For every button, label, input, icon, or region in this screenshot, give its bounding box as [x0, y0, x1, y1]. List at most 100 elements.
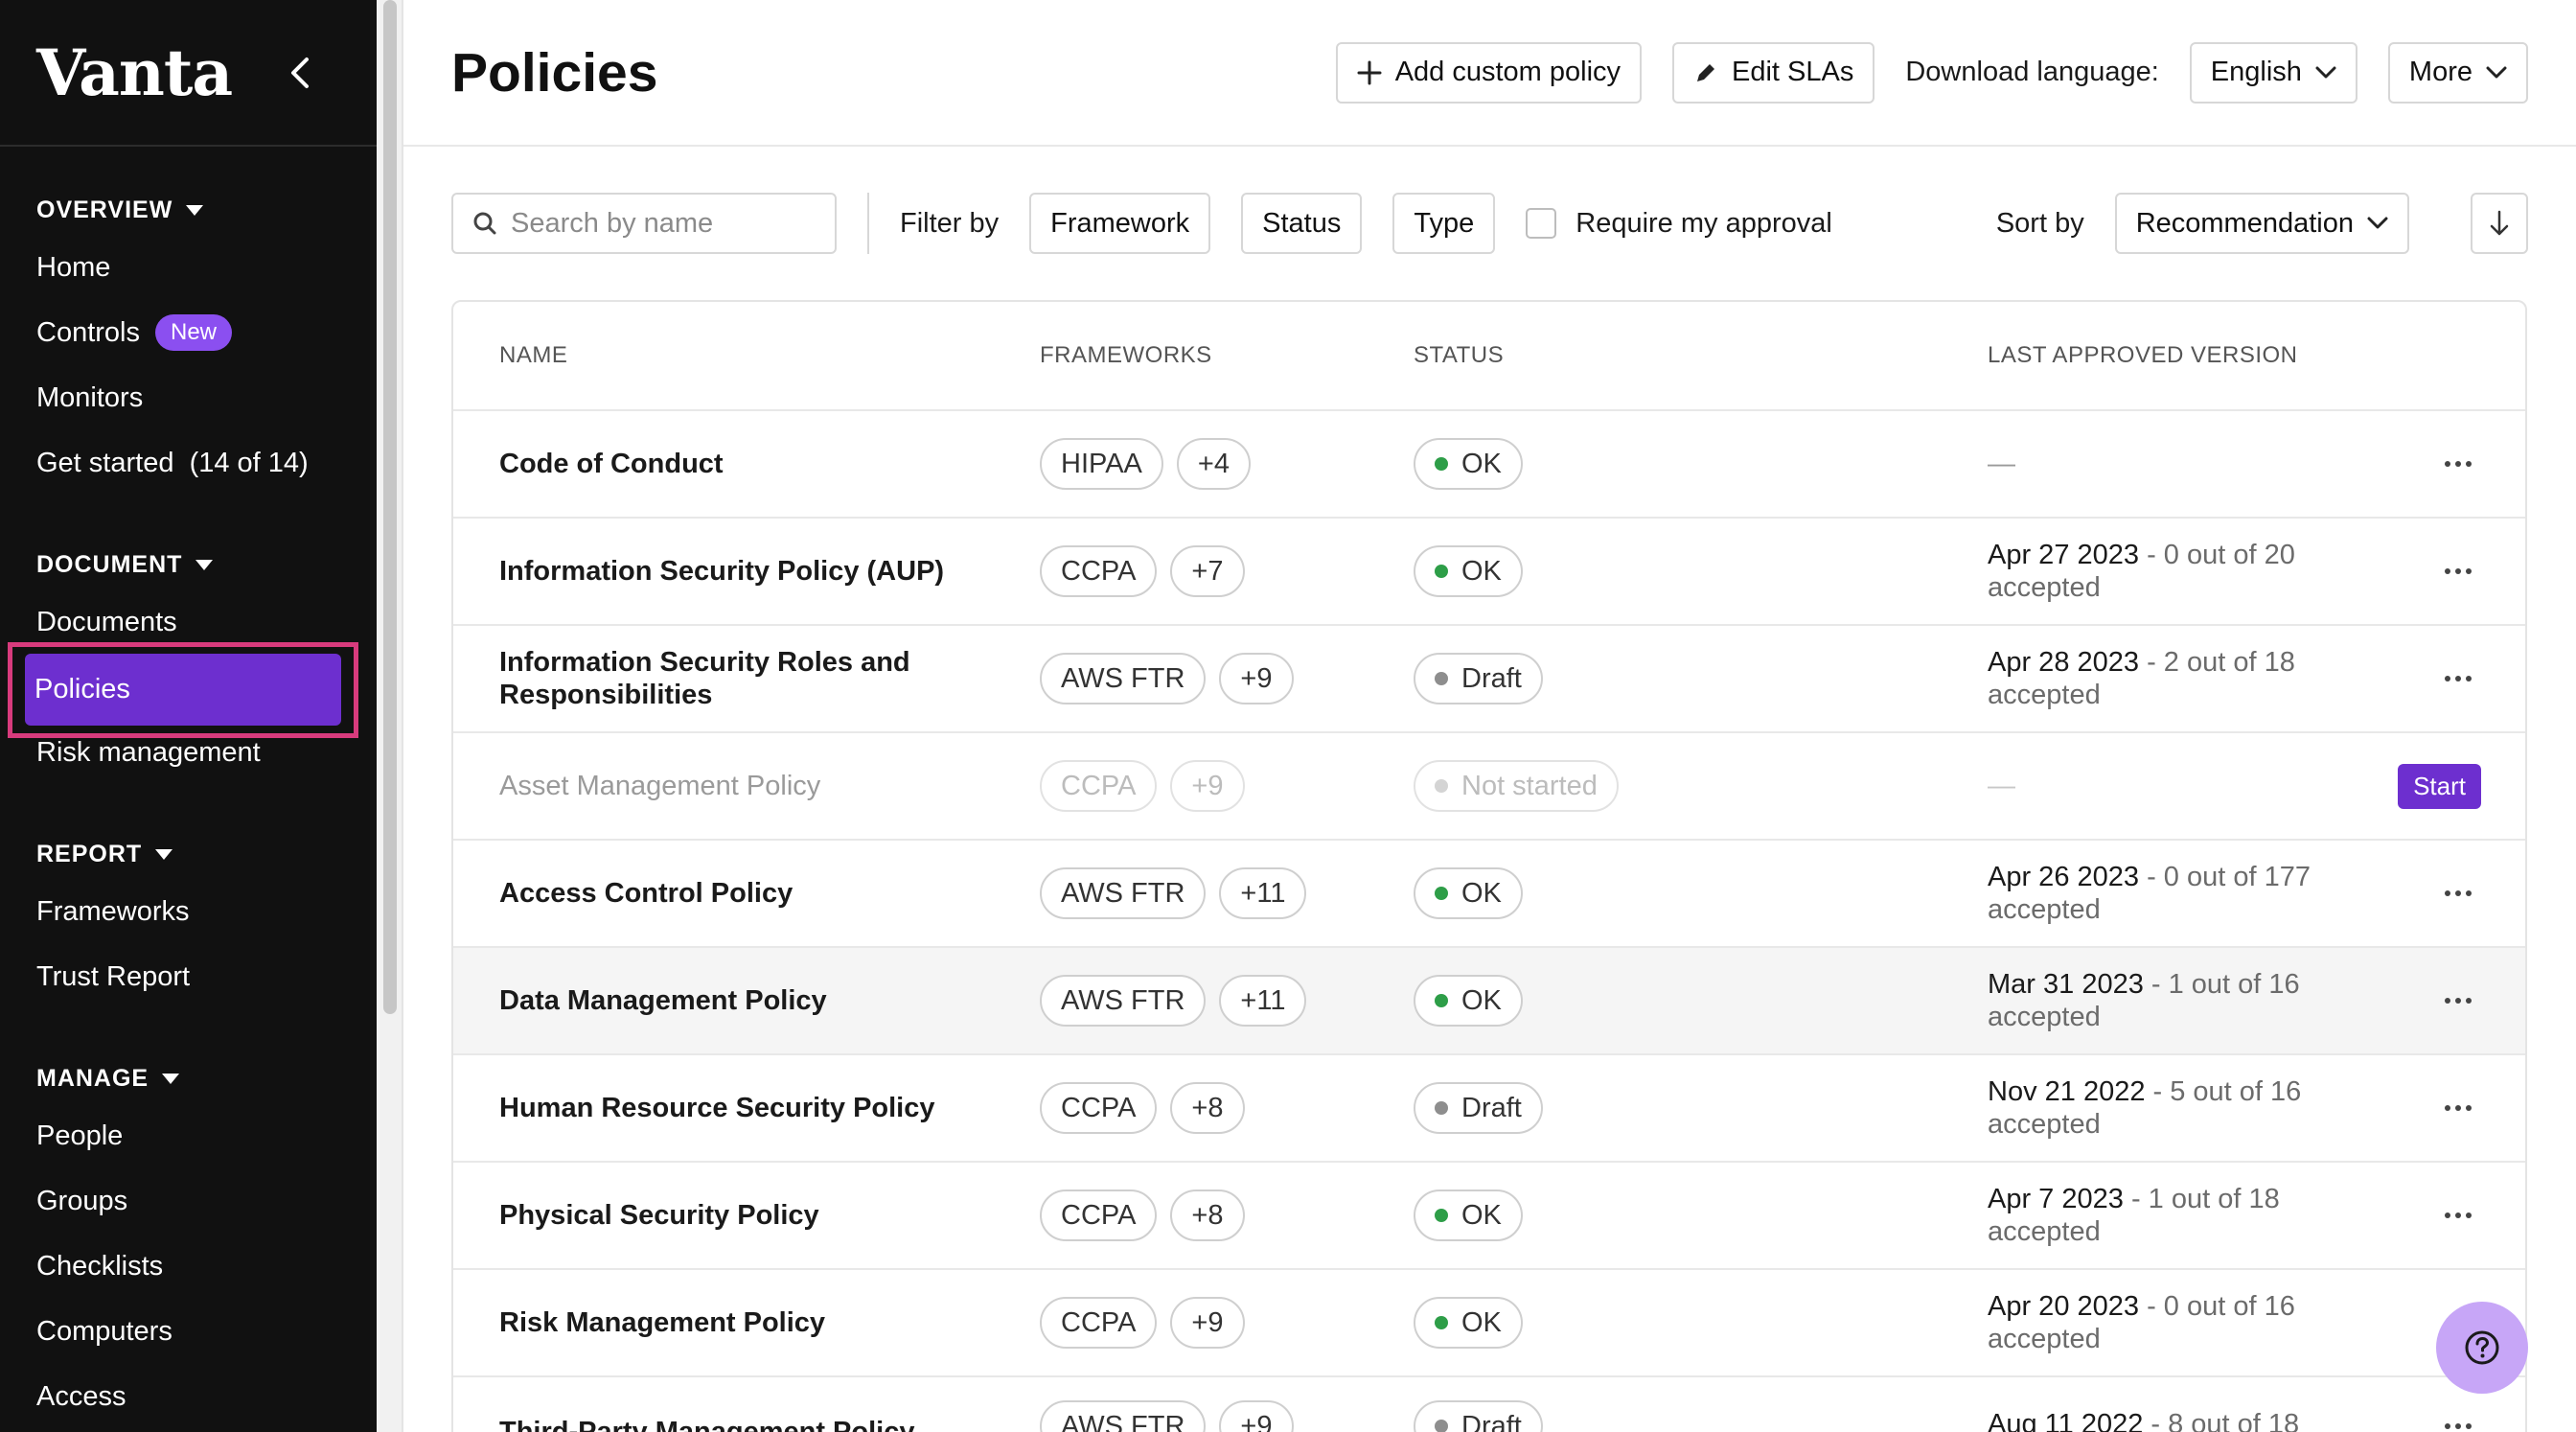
framework-more-pill[interactable]: +9 — [1170, 1297, 1245, 1349]
sidebar-item-home[interactable]: Home — [36, 235, 377, 300]
sidebar-scrollbar-thumb[interactable] — [383, 0, 397, 1014]
last-approved-version: Apr 28 2023 - 2 out of 18 accepted — [1988, 646, 2409, 711]
collapse-sidebar-button[interactable] — [281, 54, 319, 92]
more-menu-button[interactable]: More — [2387, 41, 2528, 104]
framework-pill[interactable]: HIPAA — [1040, 438, 1163, 490]
framework-pill[interactable]: CCPA — [1040, 1189, 1158, 1241]
status-dot-icon — [1435, 1316, 1448, 1329]
table-row[interactable]: Information Security Policy (AUP) CCPA +… — [453, 519, 2525, 626]
framework-more-pill[interactable]: +4 — [1176, 438, 1251, 490]
sidebar-item-label: Home — [36, 251, 111, 283]
framework-filter-button[interactable]: Framework — [1029, 193, 1211, 254]
table-row[interactable]: Risk Management Policy CCPA +9 OK Apr 20… — [453, 1270, 2525, 1377]
framework-more-pill[interactable]: +11 — [1219, 975, 1307, 1027]
edit-slas-button[interactable]: Edit SLAs — [1672, 41, 1875, 104]
policy-name[interactable]: Human Resource Security Policy — [499, 1092, 998, 1124]
row-more-icon[interactable] — [2435, 988, 2481, 1013]
sidebar-item-policies[interactable]: Policies — [25, 654, 341, 726]
framework-pill[interactable]: AWS FTR — [1040, 867, 1207, 919]
policy-name[interactable]: Asset Management Policy — [499, 770, 998, 802]
framework-pill[interactable]: CCPA — [1040, 1297, 1158, 1349]
sort-select[interactable]: Recommendation — [2114, 193, 2409, 254]
sidebar-item-access[interactable]: Access — [36, 1364, 377, 1429]
row-more-icon[interactable] — [2435, 451, 2481, 476]
edit-slas-label: Edit SLAs — [1732, 57, 1854, 87]
sidebar-item-computers[interactable]: Computers — [36, 1299, 377, 1364]
help-button[interactable] — [2436, 1302, 2528, 1394]
framework-more-pill[interactable]: +9 — [1170, 760, 1245, 812]
sidebar-item-checklists[interactable]: Checklists — [36, 1234, 377, 1299]
download-language-label: Download language: — [1905, 57, 2159, 87]
require-approval-toggle[interactable]: Require my approval — [1526, 208, 1832, 240]
sidebar-item-frameworks[interactable]: Frameworks — [36, 879, 377, 944]
status-badge: Draft — [1414, 1082, 1543, 1134]
framework-more-pill[interactable]: +7 — [1170, 545, 1245, 597]
table-row[interactable]: Human Resource Security Policy CCPA +8 D… — [453, 1055, 2525, 1163]
sidebar-item-trust-report[interactable]: Trust Report — [36, 944, 377, 1009]
framework-pill[interactable]: CCPA — [1040, 545, 1158, 597]
sidebar-item-controls[interactable]: Controls New — [36, 300, 377, 365]
table-row[interactable]: Information Security Roles and Responsib… — [453, 626, 2525, 733]
type-filter-button[interactable]: Type — [1392, 193, 1496, 254]
column-header-status[interactable]: STATUS — [1414, 342, 1504, 369]
row-more-icon[interactable] — [2435, 1414, 2481, 1432]
framework-more-pill[interactable]: +9 — [1219, 1400, 1294, 1432]
policy-name[interactable]: Information Security Roles and Responsib… — [499, 646, 998, 711]
table-row[interactable]: Asset Management Policy CCPA +9 Not star… — [453, 733, 2525, 841]
row-more-icon[interactable] — [2435, 1096, 2481, 1120]
policy-name[interactable]: Data Management Policy — [499, 984, 998, 1017]
framework-pill[interactable]: CCPA — [1040, 760, 1158, 812]
policy-name[interactable]: Third-Party Management Policy — [499, 1416, 998, 1432]
policy-name[interactable]: Information Security Policy (AUP) — [499, 555, 998, 588]
require-approval-checkbox[interactable] — [1526, 208, 1557, 239]
row-more-icon[interactable] — [2435, 881, 2481, 906]
framework-pill[interactable]: AWS FTR — [1040, 975, 1207, 1027]
section-title-overview[interactable]: OVERVIEW — [36, 191, 377, 229]
row-more-icon[interactable] — [2435, 666, 2481, 691]
row-more-icon[interactable] — [2435, 559, 2481, 584]
column-header-last-approved[interactable]: LAST APPROVED VERSION — [1988, 339, 2409, 372]
sidebar-item-groups[interactable]: Groups — [36, 1168, 377, 1234]
search-box[interactable] — [451, 193, 837, 254]
status-badge: Draft — [1414, 1400, 1543, 1432]
sidebar-item-monitors[interactable]: Monitors — [36, 365, 377, 430]
sidebar-scrollbar[interactable] — [377, 0, 403, 1432]
table-row[interactable]: Data Management Policy AWS FTR +11 OK Ma… — [453, 948, 2525, 1055]
sort-direction-button[interactable] — [2471, 193, 2528, 254]
framework-pill[interactable]: AWS FTR — [1040, 1400, 1207, 1432]
table-row[interactable]: Code of Conduct HIPAA +4 OK — — [453, 411, 2525, 519]
sidebar-item-get-started[interactable]: Get started (14 of 14) — [36, 430, 377, 496]
framework-more-pill[interactable]: +9 — [1219, 653, 1294, 704]
column-header-name[interactable]: NAME — [499, 339, 998, 372]
search-input[interactable] — [511, 207, 798, 240]
policy-name[interactable]: Access Control Policy — [499, 877, 998, 910]
section-title-label: DOCUMENT — [36, 550, 183, 578]
vanta-logo[interactable]: Vanta — [36, 35, 233, 110]
last-approved-version: Nov 21 2022 - 5 out of 16 accepted — [1988, 1075, 2409, 1141]
row-more-icon[interactable] — [2435, 1203, 2481, 1228]
sidebar-item-people[interactable]: People — [36, 1103, 377, 1168]
approved-count: - 2 out of 18 — [2139, 647, 2295, 678]
section-title-document[interactable]: DOCUMENT — [36, 545, 377, 584]
framework-pill[interactable]: AWS FTR — [1040, 653, 1207, 704]
start-policy-button[interactable]: Start — [2398, 763, 2481, 809]
status-filter-button[interactable]: Status — [1241, 193, 1363, 254]
framework-more-pill[interactable]: +8 — [1170, 1189, 1245, 1241]
table-row[interactable]: Third-Party Management Policy AWS FTR +9… — [453, 1377, 2525, 1432]
framework-pill[interactable]: CCPA — [1040, 1082, 1158, 1134]
section-title-report[interactable]: REPORT — [36, 835, 377, 873]
section-title-manage[interactable]: MANAGE — [36, 1059, 377, 1097]
table-row[interactable]: Access Control Policy AWS FTR +11 OK Apr… — [453, 841, 2525, 948]
download-language-select[interactable]: English — [2189, 41, 2358, 104]
table-row[interactable]: Physical Security Policy CCPA +8 OK Apr … — [453, 1163, 2525, 1270]
framework-more-pill[interactable]: +8 — [1170, 1082, 1245, 1134]
approved-suffix: accepted — [1988, 1109, 2101, 1140]
policy-name[interactable]: Risk Management Policy — [499, 1306, 998, 1339]
policy-name[interactable]: Code of Conduct — [499, 448, 998, 480]
add-custom-policy-button[interactable]: Add custom policy — [1335, 41, 1643, 104]
approved-count: - 0 out of 16 — [2139, 1291, 2295, 1322]
column-header-frameworks[interactable]: FRAMEWORKS — [1040, 342, 1212, 369]
policy-name[interactable]: Physical Security Policy — [499, 1199, 998, 1232]
framework-more-pill[interactable]: +11 — [1219, 867, 1307, 919]
search-icon — [473, 212, 496, 235]
